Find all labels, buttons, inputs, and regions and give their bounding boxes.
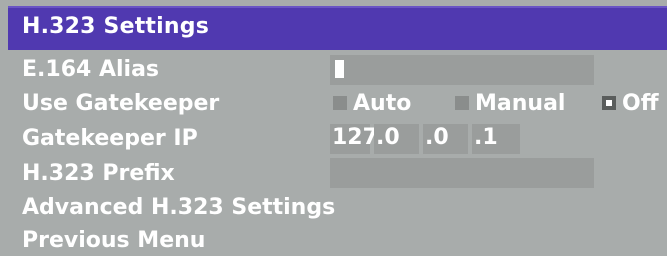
gatekeeper-ip-octet-2[interactable]: .0	[374, 124, 419, 154]
use-gatekeeper-label: Use Gatekeeper	[22, 91, 220, 116]
advanced-h323-settings-item[interactable]: Advanced H.323 Settings	[22, 195, 335, 220]
gatekeeper-option-manual[interactable]: Manual	[455, 88, 565, 118]
radio-square-icon	[333, 96, 347, 110]
page-title: H.323 Settings	[22, 14, 209, 39]
gatekeeper-option-off[interactable]: Off	[602, 88, 659, 118]
settings-panel: E.164 Alias Use Gatekeeper Auto Manual O…	[8, 50, 667, 256]
h323-prefix-label: H.323 Prefix	[22, 161, 175, 186]
ip-octet-4-value: .1	[474, 125, 498, 150]
gatekeeper-option-off-label: Off	[622, 90, 659, 116]
e164-alias-label: E.164 Alias	[22, 57, 160, 82]
ip-octet-3-value: .0	[425, 125, 449, 150]
gatekeeper-ip-octet-1[interactable]: 127	[330, 124, 378, 154]
e164-alias-input[interactable]	[330, 55, 594, 85]
gatekeeper-ip-label: Gatekeeper IP	[22, 126, 198, 151]
gatekeeper-option-manual-label: Manual	[475, 90, 566, 116]
gatekeeper-ip-octet-3[interactable]: .0	[423, 124, 468, 154]
gatekeeper-option-auto[interactable]: Auto	[333, 88, 411, 118]
ip-octet-2-value: .0	[376, 125, 400, 150]
ip-octet-1-value: 127	[332, 125, 378, 150]
gatekeeper-ip-octet-4[interactable]: .1	[472, 124, 520, 154]
previous-menu-item[interactable]: Previous Menu	[22, 228, 205, 253]
gatekeeper-option-auto-label: Auto	[353, 90, 412, 116]
title-bar: H.323 Settings	[8, 6, 667, 50]
h323-prefix-input[interactable]	[330, 158, 594, 188]
radio-square-icon	[455, 96, 469, 110]
radio-square-selected-icon	[602, 96, 616, 110]
text-cursor	[335, 60, 344, 78]
